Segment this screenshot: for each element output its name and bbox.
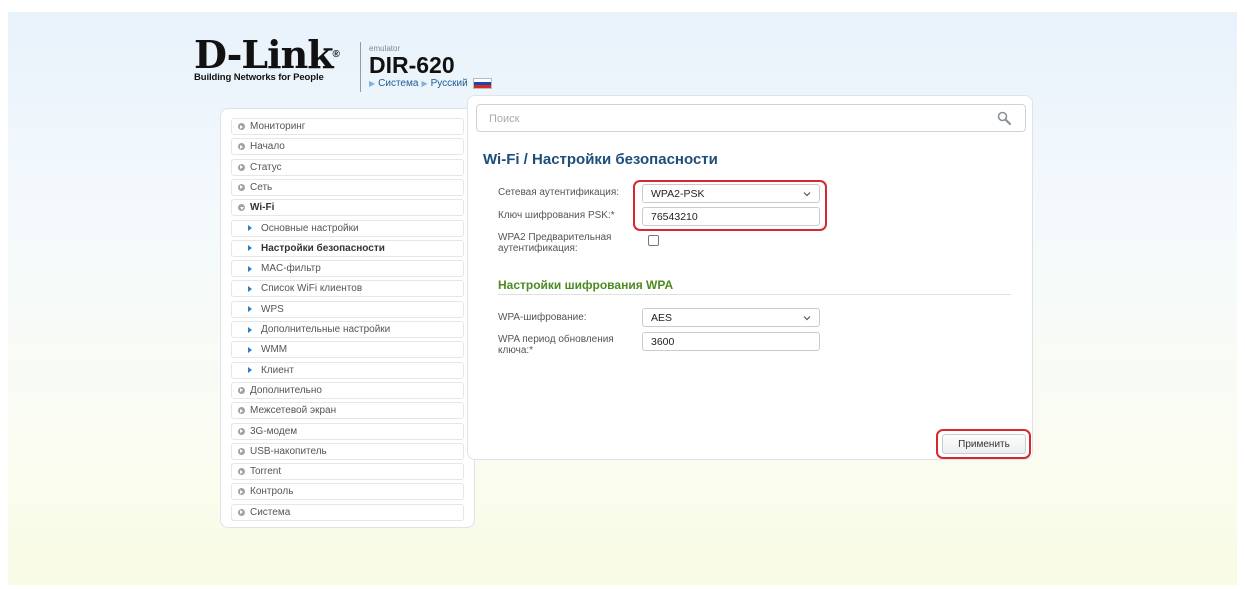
collapsed-circle-icon bbox=[238, 183, 245, 191]
sidebar-item-0[interactable]: Мониторинг bbox=[231, 118, 464, 135]
wpa-period-value: 3600 bbox=[651, 335, 675, 348]
sidebar-item-19[interactable]: Система bbox=[231, 503, 464, 521]
collapsed-circle-icon bbox=[238, 427, 245, 435]
sidebar-item-label: Torrent bbox=[250, 466, 282, 478]
sidebar-item-10[interactable]: Дополнительные настройки bbox=[231, 321, 464, 338]
sidebar-item-11[interactable]: WMM bbox=[231, 341, 464, 359]
breadcrumb-arrow-icon: ▶ bbox=[421, 79, 428, 88]
sidebar-item-label: Сеть bbox=[250, 181, 273, 193]
sidebar-item-label: Список WiFi клиентов bbox=[261, 283, 363, 295]
auth-label: Сетевая аутентификация: bbox=[498, 187, 620, 198]
sidebar-item-1[interactable]: Начало bbox=[231, 138, 464, 156]
sidebar-item-13[interactable]: Дополнительно bbox=[231, 381, 464, 399]
search-input[interactable] bbox=[487, 110, 981, 128]
collapsed-circle-icon bbox=[238, 488, 245, 496]
sidebar-item-label: Дополнительно bbox=[250, 384, 322, 396]
collapsed-circle-icon bbox=[238, 508, 245, 516]
sidebar-item-label: Контроль bbox=[250, 486, 294, 498]
sidebar-item-17[interactable]: Torrent bbox=[231, 463, 464, 481]
sidebar-item-label: WPS bbox=[261, 303, 284, 315]
sidebar-item-label: Мониторинг bbox=[250, 121, 306, 132]
sidebar-item-label: USB-накопитель bbox=[250, 445, 327, 457]
sidebar-item-4[interactable]: Wi-Fi bbox=[231, 199, 464, 217]
sidebar-item-2[interactable]: Статус bbox=[231, 158, 464, 176]
header-divider bbox=[360, 42, 361, 92]
sidebar-item-label: Клиент bbox=[261, 364, 294, 376]
collapsed-circle-icon bbox=[238, 468, 245, 476]
collapsed-circle-icon bbox=[238, 163, 245, 171]
sidebar-item-14[interactable]: Межсетевой экран bbox=[231, 402, 464, 420]
wpa-encryption-value: AES bbox=[651, 311, 673, 324]
sidebar-item-8[interactable]: Список WiFi клиентов bbox=[231, 280, 464, 298]
sidebar-item-label: Межсетевой экран bbox=[250, 405, 337, 417]
wpa-section-title: Настройки шифрования WPA bbox=[498, 278, 674, 292]
dlink-logo: D-Link® Building Networks for People bbox=[194, 36, 340, 84]
apply-button[interactable]: Применить bbox=[942, 434, 1026, 454]
sidebar-item-9[interactable]: WPS bbox=[231, 300, 464, 318]
model-block: emulator DIR-620 ▶ Система ▶ Русский bbox=[369, 44, 492, 89]
page-title: Wi-Fi / Настройки безопасности bbox=[483, 151, 718, 168]
sidebar-item-label: MAC-фильтр bbox=[261, 263, 321, 275]
preauth-label: WPA2 Предварительная аутентификация: bbox=[498, 232, 612, 254]
sidebar-item-16[interactable]: USB-накопитель bbox=[231, 442, 464, 460]
wpa-period-input[interactable]: 3600 bbox=[642, 332, 820, 351]
breadcrumb-system-link[interactable]: Система bbox=[378, 78, 418, 89]
wpa-encryption-label: WPA-шифрование: bbox=[498, 312, 587, 323]
sidebar-item-label: Настройки безопасности bbox=[261, 242, 385, 254]
highlight-auth-fields bbox=[633, 180, 827, 231]
expanded-circle-icon bbox=[238, 204, 245, 212]
sidebar-item-6[interactable]: Настройки безопасности bbox=[231, 239, 464, 257]
caret-right-icon bbox=[248, 245, 256, 252]
caret-right-icon bbox=[248, 346, 256, 353]
collapsed-circle-icon bbox=[238, 143, 245, 151]
sidebar-item-5[interactable]: Основные настройки bbox=[231, 219, 464, 237]
search-icon[interactable] bbox=[997, 111, 1011, 125]
sidebar-item-label: 3G-модем bbox=[250, 425, 298, 437]
collapsed-circle-icon bbox=[238, 407, 245, 415]
language-link[interactable]: Русский bbox=[431, 78, 468, 89]
sidebar-item-15[interactable]: 3G-модем bbox=[231, 422, 464, 440]
sidebar-item-7[interactable]: MAC-фильтр bbox=[231, 260, 464, 278]
sidebar-item-label: Статус bbox=[250, 161, 282, 173]
logo-tagline: Building Networks for People bbox=[194, 72, 324, 83]
sidebar-item-label: Wi-Fi bbox=[250, 202, 275, 214]
wpa-period-label: WPA период обновления ключа:* bbox=[498, 334, 614, 356]
collapsed-circle-icon bbox=[238, 447, 245, 455]
sidebar-nav: Мониторинг Начало Статус Сеть Wi-Fi Основные … bbox=[220, 108, 475, 528]
caret-right-icon bbox=[248, 225, 256, 231]
collapsed-circle-icon bbox=[238, 386, 245, 394]
caret-right-icon bbox=[248, 306, 256, 313]
caret-right-icon bbox=[248, 285, 256, 292]
logo-word: D-Link bbox=[194, 32, 334, 77]
preauth-checkbox[interactable] bbox=[648, 235, 659, 246]
model-name: DIR-620 bbox=[369, 52, 455, 78]
sidebar-item-label: Начало bbox=[250, 141, 285, 153]
collapsed-circle-icon bbox=[238, 123, 245, 130]
sidebar-item-18[interactable]: Контроль bbox=[231, 483, 464, 501]
psk-label: Ключ шифрования PSK:* bbox=[498, 210, 615, 221]
sidebar-item-label: Основные настройки bbox=[261, 222, 359, 234]
wpa-encryption-select[interactable]: AES bbox=[642, 308, 820, 327]
breadcrumb: ▶ Система ▶ Русский bbox=[369, 78, 492, 89]
sidebar-item-label: Система bbox=[250, 506, 291, 518]
sidebar-item-label: WMM bbox=[261, 344, 288, 356]
breadcrumb-arrow-icon: ▶ bbox=[369, 79, 376, 88]
sidebar-item-label: Дополнительные настройки bbox=[261, 324, 391, 335]
main-panel: Wi-Fi / Настройки безопасности Сетевая а… bbox=[467, 95, 1033, 460]
section-divider bbox=[498, 294, 1011, 295]
russian-flag-icon[interactable] bbox=[472, 78, 492, 89]
search-box[interactable] bbox=[476, 104, 1026, 132]
caret-right-icon bbox=[248, 265, 256, 272]
caret-right-icon bbox=[248, 326, 256, 333]
logo-registered-mark: ® bbox=[332, 49, 340, 60]
chevron-down-icon bbox=[803, 315, 811, 320]
sidebar-item-3[interactable]: Сеть bbox=[231, 178, 464, 196]
sidebar-item-12[interactable]: Клиент bbox=[231, 361, 464, 379]
caret-right-icon bbox=[248, 367, 256, 374]
